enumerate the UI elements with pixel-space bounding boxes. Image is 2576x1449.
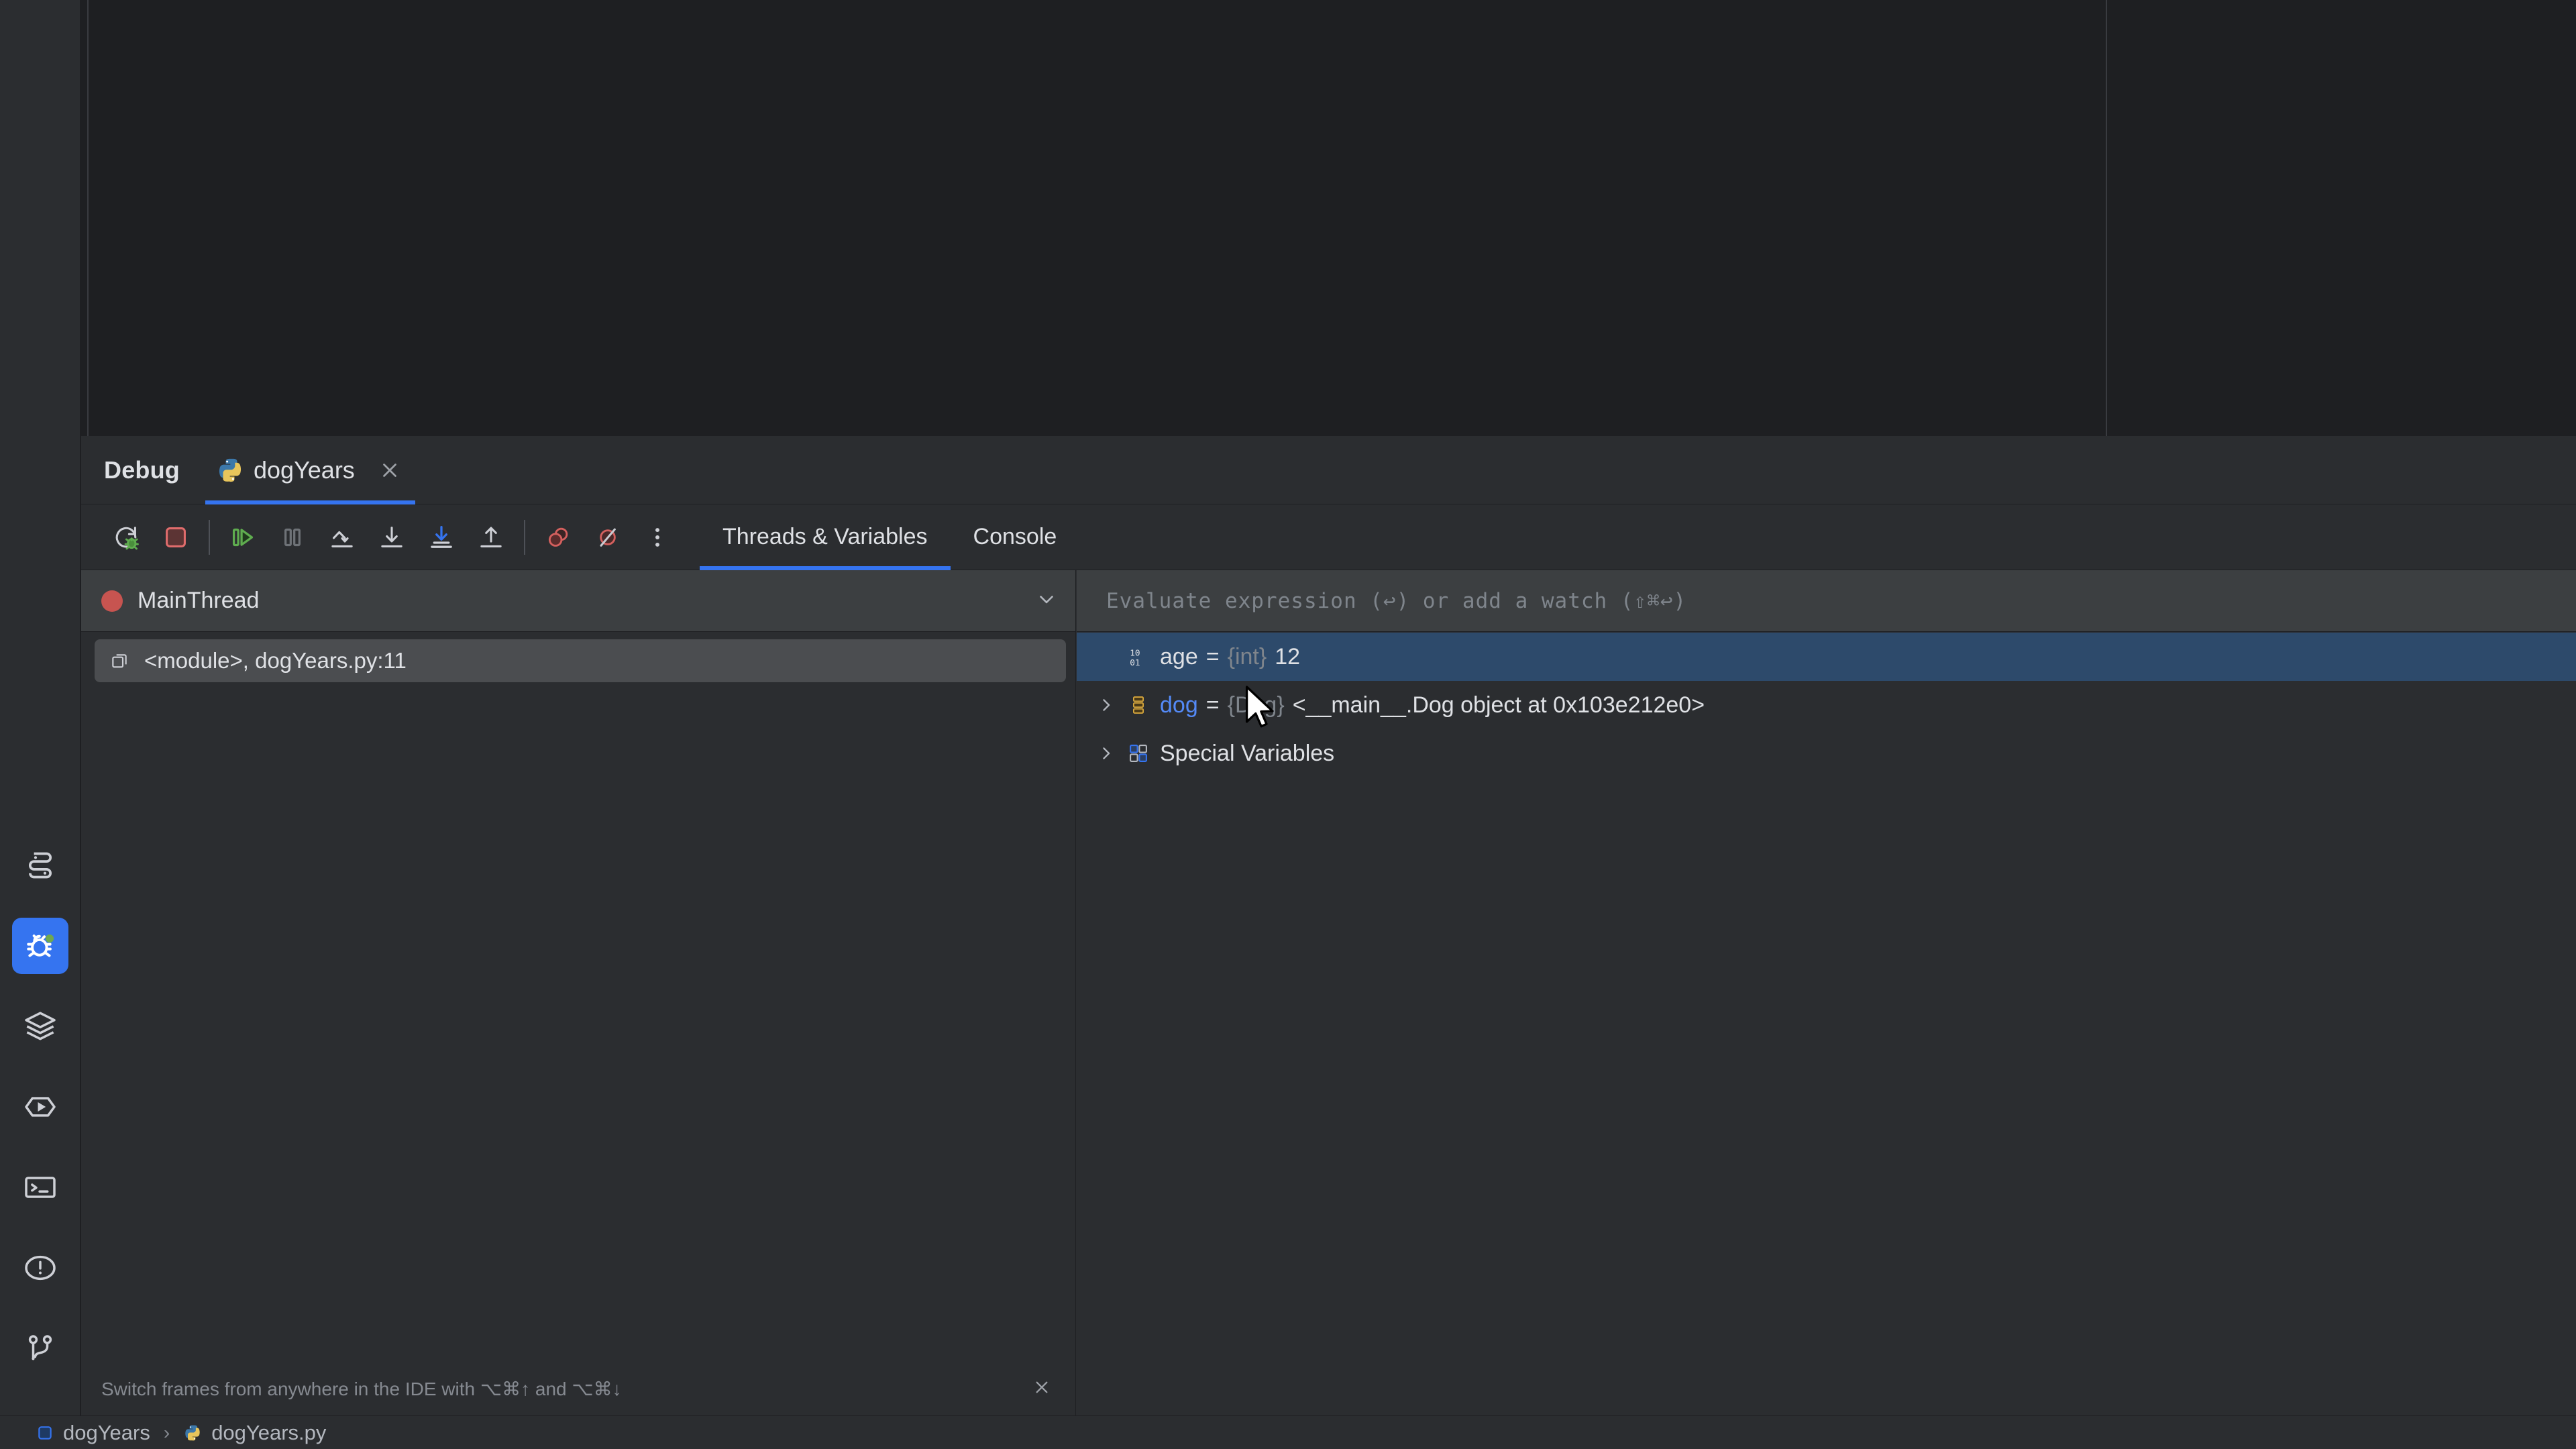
tab-console[interactable]: Console (951, 504, 1080, 570)
debug-toolbar-buttons (81, 513, 682, 562)
more-options-button[interactable] (633, 513, 682, 562)
frame-row[interactable]: <module>, dogYears.py:11 (95, 639, 1066, 682)
debug-panes: MainThread (81, 570, 2576, 1415)
tab-console-label: Console (973, 524, 1057, 550)
stop-button[interactable] (151, 513, 201, 562)
variable-age-text: age = {int} 12 (1160, 644, 1300, 670)
run-configuration-tab[interactable]: dogYears (205, 437, 415, 504)
status-bar: dogYears › dogYears.py (0, 1415, 2576, 1449)
frames-list: <module>, dogYears.py:11 (81, 633, 1075, 1362)
sidebar-item-python-console[interactable] (0, 825, 80, 906)
services-layers-icon (12, 998, 68, 1055)
tab-threads-variables-label: Threads & Variables (722, 524, 928, 550)
tool-window-title: Debug (104, 456, 180, 484)
git-branch-icon (12, 1320, 68, 1377)
svg-text:01: 01 (1130, 658, 1140, 668)
run-hexagon-icon (12, 1079, 68, 1135)
sidebar-item-version-control[interactable] (0, 1308, 80, 1389)
thread-name: MainThread (138, 588, 259, 614)
view-tabs: Threads & Variables Console (700, 504, 1079, 570)
force-step-into-button[interactable] (417, 513, 466, 562)
variable-special-text: Special Variables (1160, 741, 1334, 767)
problems-warning-icon (12, 1240, 68, 1296)
special-variables-icon (1121, 742, 1156, 765)
step-over-button[interactable] (317, 513, 367, 562)
activity-bar (0, 0, 80, 1415)
frame-icon (109, 650, 131, 672)
variables-pane: Evaluate expression (↩) or add a watch (… (1077, 570, 2576, 1415)
variable-value: <__main__.Dog object at 0x103e212e0> (1293, 692, 1705, 718)
terminal-icon (12, 1159, 68, 1216)
toolbar-separator-2 (524, 520, 525, 555)
evaluate-expression-bar[interactable]: Evaluate expression (↩) or add a watch (… (1077, 570, 2576, 632)
python-file-icon (183, 1424, 202, 1442)
active-view-tab-underline (700, 566, 951, 570)
toolbar-separator (209, 520, 210, 555)
sidebar-item-problems[interactable] (0, 1228, 80, 1308)
python-file-icon (216, 456, 244, 484)
pycharm-window: Debug dogYears (0, 0, 2576, 1449)
svg-text:10: 10 (1130, 649, 1140, 659)
variable-type: {int} (1228, 644, 1267, 670)
frames-pane: MainThread (81, 570, 1076, 1415)
pause-button[interactable] (268, 513, 317, 562)
sidebar-item-debug[interactable] (0, 906, 80, 986)
editor-right-divider (2106, 0, 2107, 436)
variable-row-special-variables[interactable]: Special Variables (1077, 729, 2576, 777)
variable-value: 12 (1275, 644, 1300, 670)
variable-row-dog[interactable]: dog = {Dog} <__main__.Dog object at 0x10… (1077, 681, 2576, 729)
variable-name: Special Variables (1160, 741, 1334, 767)
sidebar-item-terminal[interactable] (0, 1147, 80, 1228)
thread-status-dot (101, 590, 123, 612)
variable-name: dog (1160, 692, 1198, 718)
variable-equals: = (1206, 692, 1220, 718)
resume-button[interactable] (218, 513, 268, 562)
editor-gutter-divider (87, 0, 89, 436)
step-into-button[interactable] (367, 513, 417, 562)
active-tab-underline (205, 500, 415, 504)
breadcrumb-file-label[interactable]: dogYears.py (211, 1421, 326, 1445)
breadcrumb: dogYears › dogYears.py (36, 1421, 326, 1445)
frame-label: <module>, dogYears.py:11 (144, 648, 407, 674)
breadcrumb-separator: › (164, 1422, 170, 1444)
chevron-right-icon[interactable] (1091, 744, 1121, 763)
variable-dog-text: dog = {Dog} <__main__.Dog object at 0x10… (1160, 692, 1705, 718)
activity-bar-items (0, 825, 80, 1389)
object-icon (1121, 694, 1156, 716)
variable-row-age[interactable]: 10 01 age = {int} 12 (1077, 633, 2576, 681)
chevron-right-icon[interactable] (1091, 696, 1121, 714)
debug-tool-window: Debug dogYears (81, 436, 2576, 1415)
chevron-down-icon[interactable] (1035, 588, 1058, 614)
primitive-int-icon: 10 01 (1121, 645, 1156, 668)
close-icon[interactable] (375, 455, 405, 485)
breadcrumb-project-label[interactable]: dogYears (63, 1421, 150, 1445)
tool-window-header: Debug dogYears (81, 436, 2576, 504)
sidebar-item-services[interactable] (0, 986, 80, 1067)
debug-toolbar: Threads & Variables Console (81, 504, 2576, 570)
run-tab-label: dogYears (254, 456, 355, 484)
variable-equals: = (1206, 644, 1220, 670)
variable-type: {Dog} (1228, 692, 1285, 718)
close-icon[interactable] (1031, 1377, 1053, 1401)
thread-selector[interactable]: MainThread (81, 570, 1075, 632)
variable-name: age (1160, 644, 1198, 670)
evaluate-expression-input[interactable]: Evaluate expression (↩) or add a watch (… (1106, 589, 1686, 613)
variables-tree: 10 01 age = {int} 12 (1077, 633, 2576, 1415)
view-breakpoints-button[interactable] (533, 513, 583, 562)
mute-breakpoints-button[interactable] (583, 513, 633, 562)
debug-icon (12, 918, 68, 974)
editor-area (81, 0, 2576, 436)
frames-hint-bar: Switch frames from anywhere in the IDE w… (81, 1362, 1075, 1415)
project-icon (36, 1424, 54, 1442)
python-console-icon (12, 837, 68, 894)
frames-hint-text: Switch frames from anywhere in the IDE w… (101, 1378, 622, 1400)
sidebar-item-run[interactable] (0, 1067, 80, 1147)
rerun-debug-button[interactable] (101, 513, 151, 562)
step-out-button[interactable] (466, 513, 516, 562)
tab-threads-variables[interactable]: Threads & Variables (700, 504, 951, 570)
